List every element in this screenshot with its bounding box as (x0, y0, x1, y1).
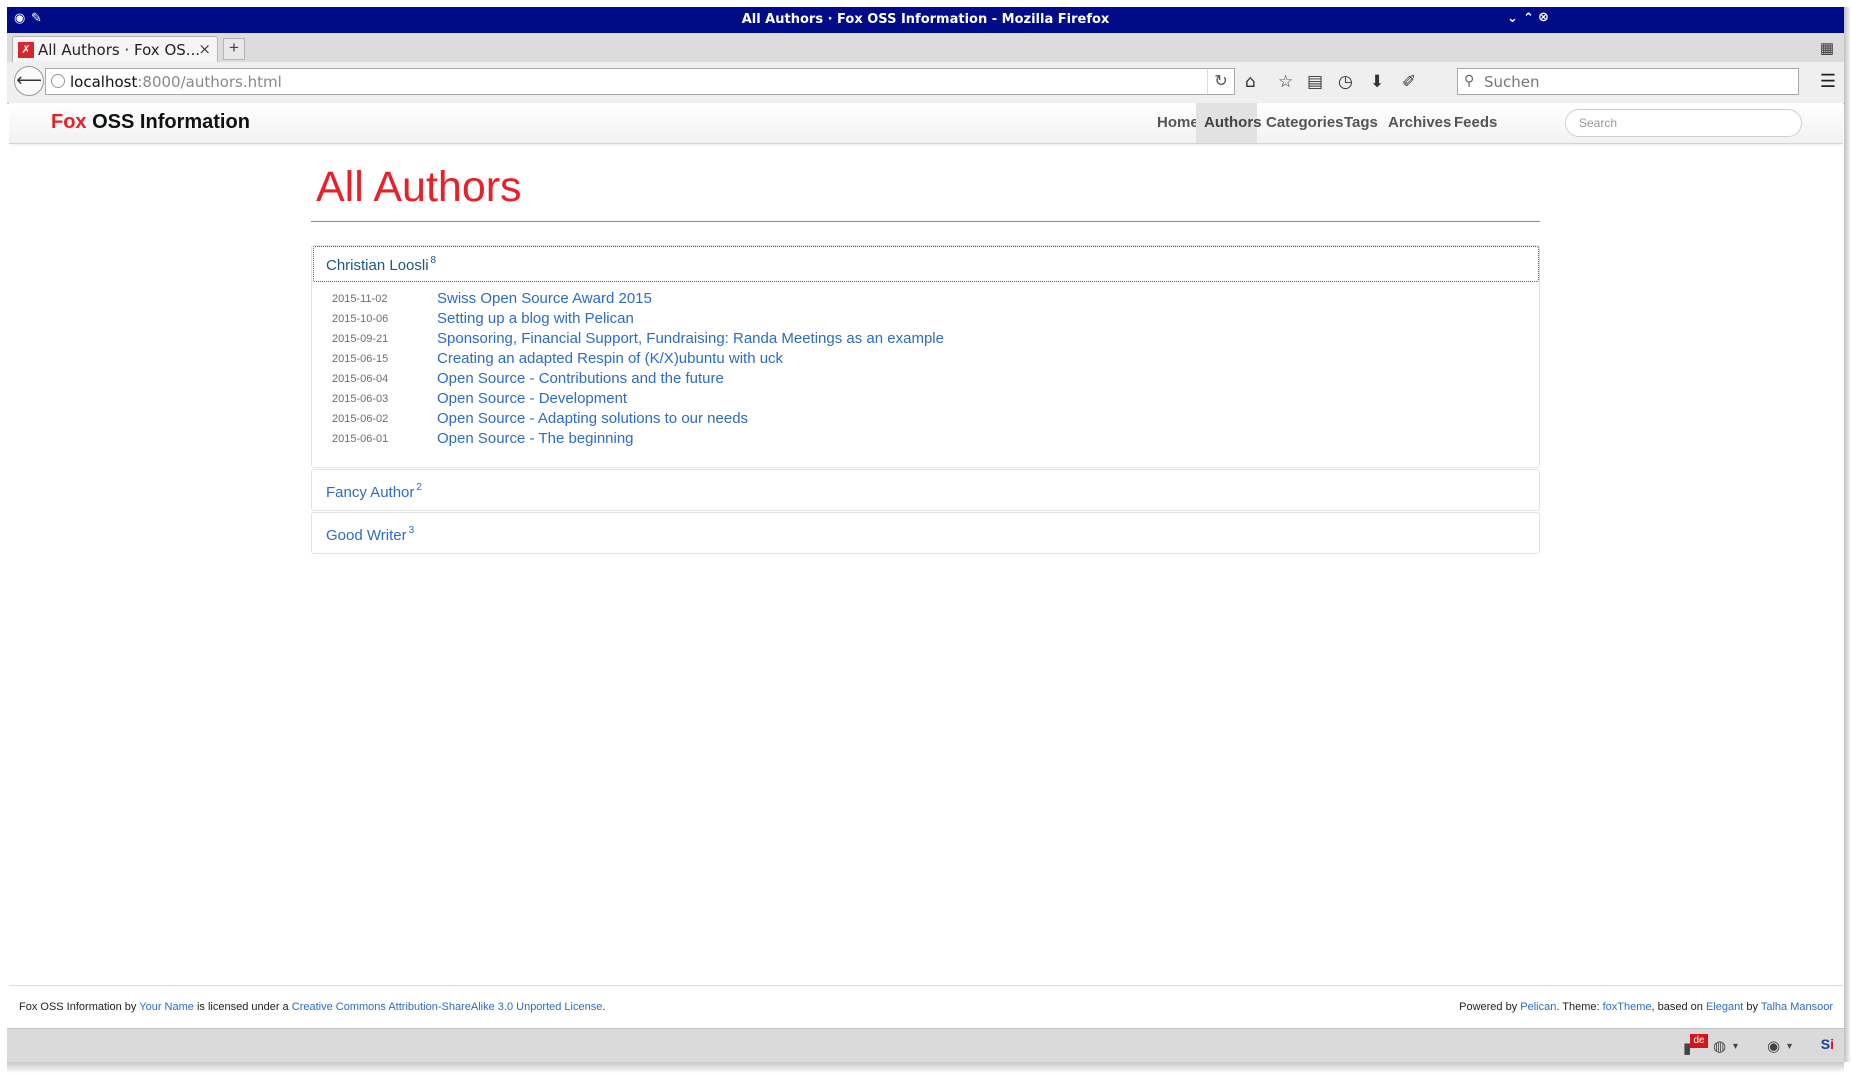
tab-all-authors[interactable]: ✗ All Authors · Fox OS... × (12, 36, 218, 62)
url-text[interactable]: localhost:8000/authors.html (70, 73, 282, 91)
author-name-link[interactable]: Fancy Author 2 (326, 482, 422, 501)
home-icon[interactable]: ⌂ (1245, 72, 1256, 92)
author-name-link[interactable]: Christian Loosli 8 (326, 255, 436, 274)
article-link[interactable]: Open Source - The beginning (437, 430, 634, 447)
window-shadow (1844, 7, 1851, 1062)
browser-statusbar: ▮ de ◍ ▾ ◉ ▾ Si (7, 1028, 1844, 1063)
author-count: 2 (416, 482, 422, 493)
minimize-icon[interactable]: ⌄ (1507, 11, 1518, 26)
author-panel: Christian Loosli 8 2015-11-02 Swiss Open … (311, 245, 1540, 468)
article-date: 2015-06-15 (332, 353, 389, 365)
article-date: 2015-11-02 (332, 293, 388, 305)
tab-bar: ✗ All Authors · Fox OS... × + ▦ (7, 33, 1844, 63)
tab-label: All Authors · Fox OS... (38, 41, 201, 59)
page-title: All Authors (316, 163, 522, 211)
title-divider (311, 221, 1540, 222)
si-addon-icon[interactable]: Si (1821, 1036, 1834, 1052)
author-header[interactable] (313, 246, 1539, 282)
close-icon[interactable]: ⊗ (1538, 10, 1549, 25)
nav-tags[interactable]: Tags (1336, 103, 1386, 143)
window-shadow-bottom (7, 1062, 1844, 1073)
reload-icon[interactable]: ↻ (1207, 69, 1234, 94)
license-link[interactable]: Creative Commons Attribution-ShareAlike … (292, 1001, 603, 1013)
article-date: 2015-06-01 (332, 433, 389, 445)
reader-icon[interactable]: ▤ (1307, 72, 1323, 92)
article-date: 2015-06-03 (332, 393, 389, 405)
site-search-input[interactable]: Search (1565, 109, 1802, 137)
author-name-link[interactable]: Good Writer 3 (326, 525, 414, 544)
back-button[interactable]: ⟵ (14, 66, 44, 96)
browser-navbar: ⟵ localhost:8000/authors.html ↻ ⌂ ☆ ▤ ◷ … (7, 62, 1844, 104)
pelican-link[interactable]: Pelican (1520, 1001, 1556, 1013)
chevron-down-icon[interactable]: ▾ (1787, 1041, 1792, 1052)
nav-feeds[interactable]: Feeds (1446, 103, 1505, 143)
site-navbar: Fox OSS Information Home Authors Categor… (9, 103, 1843, 144)
article-link[interactable]: Open Source - Contributions and the futu… (437, 370, 724, 387)
addon-icon[interactable]: ◍ (1713, 1037, 1726, 1055)
network-icon[interactable]: ◉ (1767, 1037, 1780, 1055)
tab-groups-icon[interactable]: ▦ (1820, 39, 1834, 57)
elegant-link[interactable]: Elegant (1706, 1001, 1743, 1013)
bookmark-star-icon[interactable]: ☆ (1278, 72, 1293, 92)
menu-icon[interactable]: ☰ (1820, 71, 1836, 92)
author-count: 8 (430, 255, 437, 266)
back-arrow-icon: ⟵ (16, 70, 42, 91)
article-link[interactable]: Creating an adapted Respin of (K/X)ubunt… (437, 350, 783, 367)
browser-search-input[interactable]: ⚲ Suchen (1457, 68, 1799, 95)
chevron-down-icon[interactable]: ▾ (1733, 1041, 1738, 1052)
article-date: 2015-06-04 (332, 373, 389, 385)
talha-link[interactable]: Talha Mansoor (1761, 1001, 1833, 1013)
fox-favicon: ✗ (18, 42, 34, 58)
foxtheme-link[interactable]: foxTheme (1603, 1001, 1652, 1013)
author-link[interactable]: Your Name (139, 1001, 194, 1013)
history-icon[interactable]: ◷ (1338, 72, 1353, 92)
article-link[interactable]: Setting up a blog with Pelican (437, 310, 634, 327)
site-identity-icon[interactable] (51, 74, 65, 88)
page-content: Fox OSS Information Home Authors Categor… (9, 103, 1843, 1028)
author-panel[interactable]: Good Writer 3 (311, 512, 1540, 554)
author-count: 3 (408, 525, 415, 536)
developer-wrench-icon[interactable]: ✐ (1402, 72, 1416, 92)
window-titlebar: ◉ ✎ All Authors · Fox OSS Information - … (7, 7, 1844, 33)
footer-license: Fox OSS Information by Your Name is lice… (19, 1001, 606, 1013)
article-date: 2015-06-02 (332, 413, 389, 425)
tab-close-icon[interactable]: × (198, 40, 211, 58)
new-tab-button[interactable]: + (223, 38, 245, 60)
site-brand[interactable]: Fox OSS Information (51, 111, 250, 134)
article-date: 2015-09-21 (332, 333, 389, 345)
nav-authors[interactable]: Authors (1196, 103, 1262, 143)
search-placeholder: Suchen (1484, 73, 1540, 91)
language-badge[interactable]: de (1690, 1034, 1708, 1048)
search-icon: ⚲ (1464, 73, 1475, 89)
article-link[interactable]: Sponsoring, Financial Support, Fundraisi… (437, 330, 944, 347)
site-footer: Fox OSS Information by Your Name is lice… (9, 985, 1843, 1028)
maximize-icon[interactable]: ⌃ (1523, 11, 1534, 26)
article-link[interactable]: Swiss Open Source Award 2015 (437, 290, 652, 307)
url-bar[interactable]: localhost:8000/authors.html ↻ (45, 68, 1235, 95)
author-panel[interactable]: Fancy Author 2 (311, 469, 1540, 511)
footer-powered: Powered by Pelican. Theme: foxTheme, bas… (1459, 1001, 1833, 1013)
download-icon[interactable]: ⬇ (1370, 72, 1384, 92)
window-title: All Authors · Fox OSS Information - Mozi… (741, 12, 1110, 27)
article-date: 2015-10-06 (332, 313, 389, 325)
article-link[interactable]: Open Source - Adapting solutions to our … (437, 410, 748, 427)
article-link[interactable]: Open Source - Development (437, 390, 627, 407)
